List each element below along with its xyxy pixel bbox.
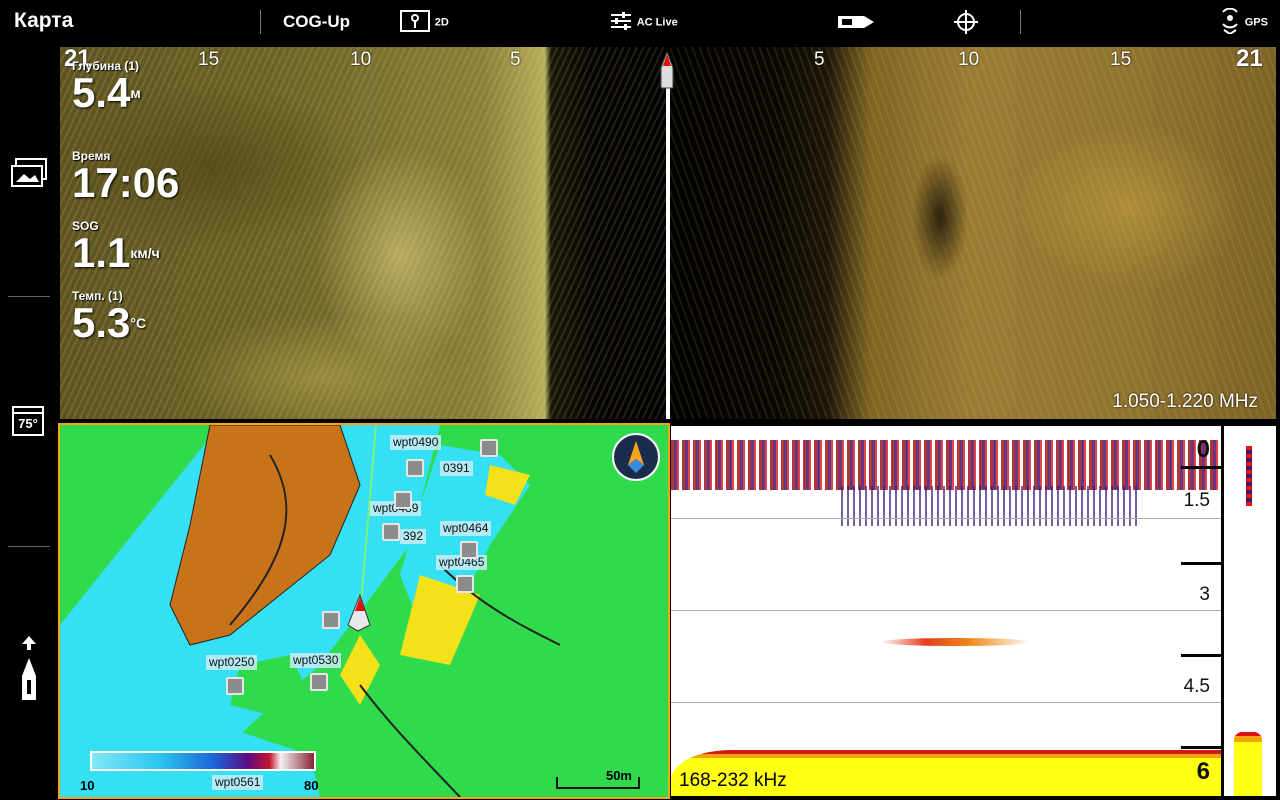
sidebar: 75° — [0, 44, 58, 800]
satellite-signal-icon — [1222, 7, 1238, 36]
surface-clutter — [671, 440, 1221, 490]
waypoint-label[interactable]: wpt0530 — [290, 653, 342, 668]
sog-unit: км/ч — [130, 245, 160, 261]
depth-scale-label: 1.5 — [1183, 490, 1210, 511]
gps-status[interactable]: GPS — [1220, 7, 1268, 36]
side-imaging-frequency: 1.050-1.220 MHz — [1112, 391, 1258, 412]
separator — [8, 546, 50, 547]
view-mode-label: 2D — [434, 16, 449, 29]
boat-heading-icon — [22, 636, 36, 700]
map-pin-icon — [400, 10, 430, 32]
surface-clutter-deep — [841, 486, 1141, 526]
range-label: 15 — [198, 49, 220, 70]
temperature-button[interactable]: 75° — [12, 406, 44, 436]
depth-tick — [1181, 654, 1221, 657]
depth-scale-label: 6 — [1196, 758, 1210, 785]
waypoint-label[interactable]: wpt0561 — [212, 775, 264, 790]
boat-marker-icon — [660, 52, 674, 89]
depth-value: 5.4 — [72, 69, 131, 116]
waypoint-pin-icon[interactable] — [310, 673, 328, 691]
scale-bar — [556, 777, 640, 789]
boat-heading-button[interactable] — [18, 636, 40, 711]
separator — [260, 10, 261, 34]
waypoint-label[interactable]: 392 — [400, 529, 427, 544]
depth-tick — [1181, 562, 1221, 565]
time-value: 17:06 — [72, 159, 180, 206]
waypoint-pin-icon[interactable] — [322, 611, 340, 629]
side-imaging-right — [670, 47, 1276, 419]
depth-tick — [1181, 746, 1221, 749]
range-label: 15 — [1110, 49, 1132, 70]
strip-surface-return — [1246, 446, 1252, 506]
range-label: 10 — [958, 49, 980, 70]
waypoint-pin-icon[interactable] — [456, 575, 474, 593]
depth-scale-label: 4.5 — [1183, 676, 1210, 697]
waypoint-label[interactable]: wpt0250 — [206, 655, 258, 670]
ac-live-button[interactable]: AC Live — [610, 10, 678, 32]
chart-view[interactable]: wpt0490 0391 wpt0489 wpt0464 392 wpt0465… — [58, 423, 670, 799]
pages-icon — [11, 158, 47, 187]
waypoint-pin-icon[interactable] — [394, 491, 412, 509]
waypoint-label[interactable]: wpt0490 — [390, 435, 442, 450]
depth-color-legend — [90, 751, 316, 771]
gps-label: GPS — [1244, 16, 1268, 29]
time-field: Время 17:06 — [72, 149, 180, 206]
range-label: 5 — [510, 49, 521, 70]
depth-tick — [1181, 466, 1221, 469]
separator — [1020, 10, 1021, 34]
fish-arch — [881, 638, 1031, 646]
waypoint-pin-icon[interactable] — [460, 541, 478, 559]
crosshair-icon — [954, 10, 978, 34]
sliders-icon — [611, 12, 631, 30]
depth-scale-label: 3 — [1199, 584, 1210, 605]
compass-rose-icon[interactable] — [612, 433, 660, 481]
pages-button[interactable] — [11, 158, 47, 193]
temperature-field: Темп. (1) 5.3°C — [72, 289, 147, 346]
range-label: 10 — [350, 49, 372, 70]
top-bar: Карта COG-Up 2D AC Live GPS — [0, 0, 1280, 44]
waypoint-pin-icon[interactable] — [226, 677, 244, 695]
boat-toggle-button[interactable] — [836, 14, 876, 35]
temp-bar — [14, 408, 42, 414]
sog-value: 1.1 — [72, 229, 131, 276]
waypoint-label[interactable]: wpt0464 — [440, 521, 492, 536]
depth-scale-label: 0 — [1196, 436, 1210, 463]
depth-unit: м — [130, 85, 141, 101]
waypoint-pin-icon[interactable] — [480, 439, 498, 457]
temperature-unit: °C — [130, 315, 147, 331]
compass-needle-icon — [628, 441, 644, 473]
side-imaging-view[interactable]: 21 15 10 5 5 10 15 21 Глубина (1) 5.4м В… — [60, 47, 1276, 419]
app-title[interactable]: Карта — [14, 9, 73, 33]
depth-gridline — [671, 702, 1221, 703]
depth-gridline — [671, 518, 1221, 519]
temperature-icon-label: 75° — [18, 416, 38, 431]
view-mode-button[interactable]: 2D — [400, 10, 449, 32]
realtime-sonar-strip — [1224, 426, 1276, 796]
depth-field: Глубина (1) 5.4м — [72, 59, 141, 116]
chart-map — [60, 425, 668, 797]
waypoint-pin-icon[interactable] — [406, 459, 424, 477]
range-label: 21 — [1236, 47, 1263, 72]
depth-gridline — [671, 610, 1221, 611]
sog-field: SOG 1.1км/ч — [72, 219, 160, 276]
sonar-frequency: 168-232 kHz — [679, 770, 787, 791]
range-label: 5 — [814, 49, 825, 70]
separator — [8, 296, 50, 297]
position-button[interactable] — [954, 10, 978, 39]
strip-bottom-return — [1234, 732, 1262, 796]
waypoint-label[interactable]: 0391 — [440, 461, 473, 476]
sonar-view[interactable]: 0 1.5 3 4.5 6 168-232 kHz — [671, 426, 1276, 796]
waypoint-pin-icon[interactable] — [382, 523, 400, 541]
orientation-button[interactable]: COG-Up — [283, 12, 350, 32]
boat-center-line — [666, 87, 670, 419]
boat-icon — [838, 16, 874, 28]
legend-min-label: 10 — [80, 778, 95, 793]
temperature-value: 5.3 — [72, 299, 131, 346]
legend-max-label: 80 — [304, 778, 319, 793]
ac-live-label: AC Live — [636, 16, 678, 29]
